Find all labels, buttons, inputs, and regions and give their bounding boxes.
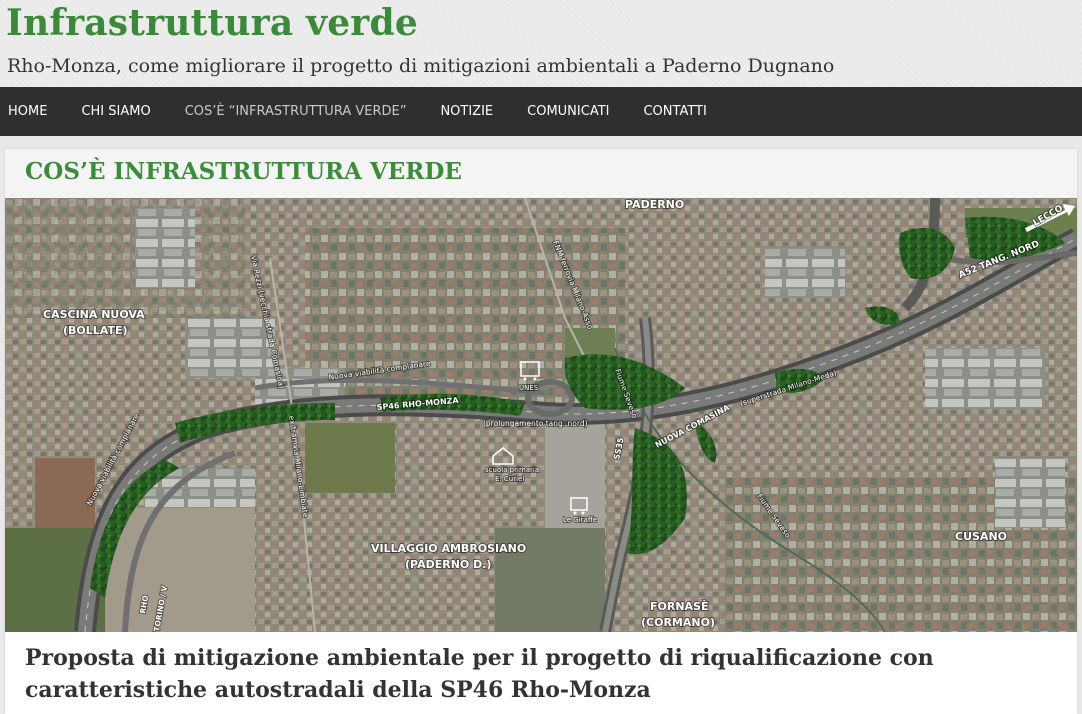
map-label-cormano: (CORMANO) [641,616,715,629]
nav-item-comunicati[interactable]: COMUNICATI [510,87,626,136]
map-label-paderno: PADERNO [625,198,684,211]
site-header: Infrastruttura verde Rho-Monza, come mig… [0,0,1082,87]
nav-item-cose-infrastruttura-verde[interactable]: COS’È “INFRASTRUTTURA VERDE” [168,87,424,136]
site-tagline: Rho-Monza, come migliorare il progetto d… [7,55,835,77]
nav-item-chi-siamo[interactable]: CHI SIAMO [64,87,167,136]
map-label-paderno-d: (PADERNO D.) [405,558,491,571]
page-title-bar: COS’È INFRASTRUTTURA VERDE [5,149,1077,198]
map-label-fornase: FORNASÈ [650,600,709,613]
aerial-map-svg: PADERNO LECCO A52 TANG. NORD CASCINA NUO… [5,198,1077,632]
map-label-prolungamento: (prolungamento tang. nord) [483,419,588,428]
nav-item-home[interactable]: HOME [0,87,64,136]
page-title: COS’È INFRASTRUTTURA VERDE [25,158,462,185]
aerial-map-image: PADERNO LECCO A52 TANG. NORD CASCINA NUO… [5,198,1077,632]
content-panel: COS’È INFRASTRUTTURA VERDE PADERNO LECCO… [5,149,1077,714]
site-title[interactable]: Infrastruttura verde [6,2,418,44]
nav-item-contatti[interactable]: CONTATTI [626,87,723,136]
article-heading[interactable]: Proposta di mitigazione ambientale per i… [25,642,1065,706]
map-label-le-giraffe: Le Giraffe [563,516,597,524]
map-label-curiel: E. Curiel [495,475,524,483]
map-label-bollate: (BOLLATE) [63,324,128,337]
map-label-cusano: CUSANO [955,530,1007,543]
map-label-cascina-nuova: CASCINA NUOVA [43,308,145,321]
nav-item-notizie[interactable]: NOTIZIE [423,87,510,136]
map-label-unes: UNES [519,384,539,392]
map-label-villaggio-ambrosiano: VILLAGGIO AMBROSIANO [371,542,526,555]
map-label-scuola: scuola primaria [485,466,539,474]
main-nav: HOME CHI SIAMO COS’È “INFRASTRUTTURA VER… [0,87,1082,136]
